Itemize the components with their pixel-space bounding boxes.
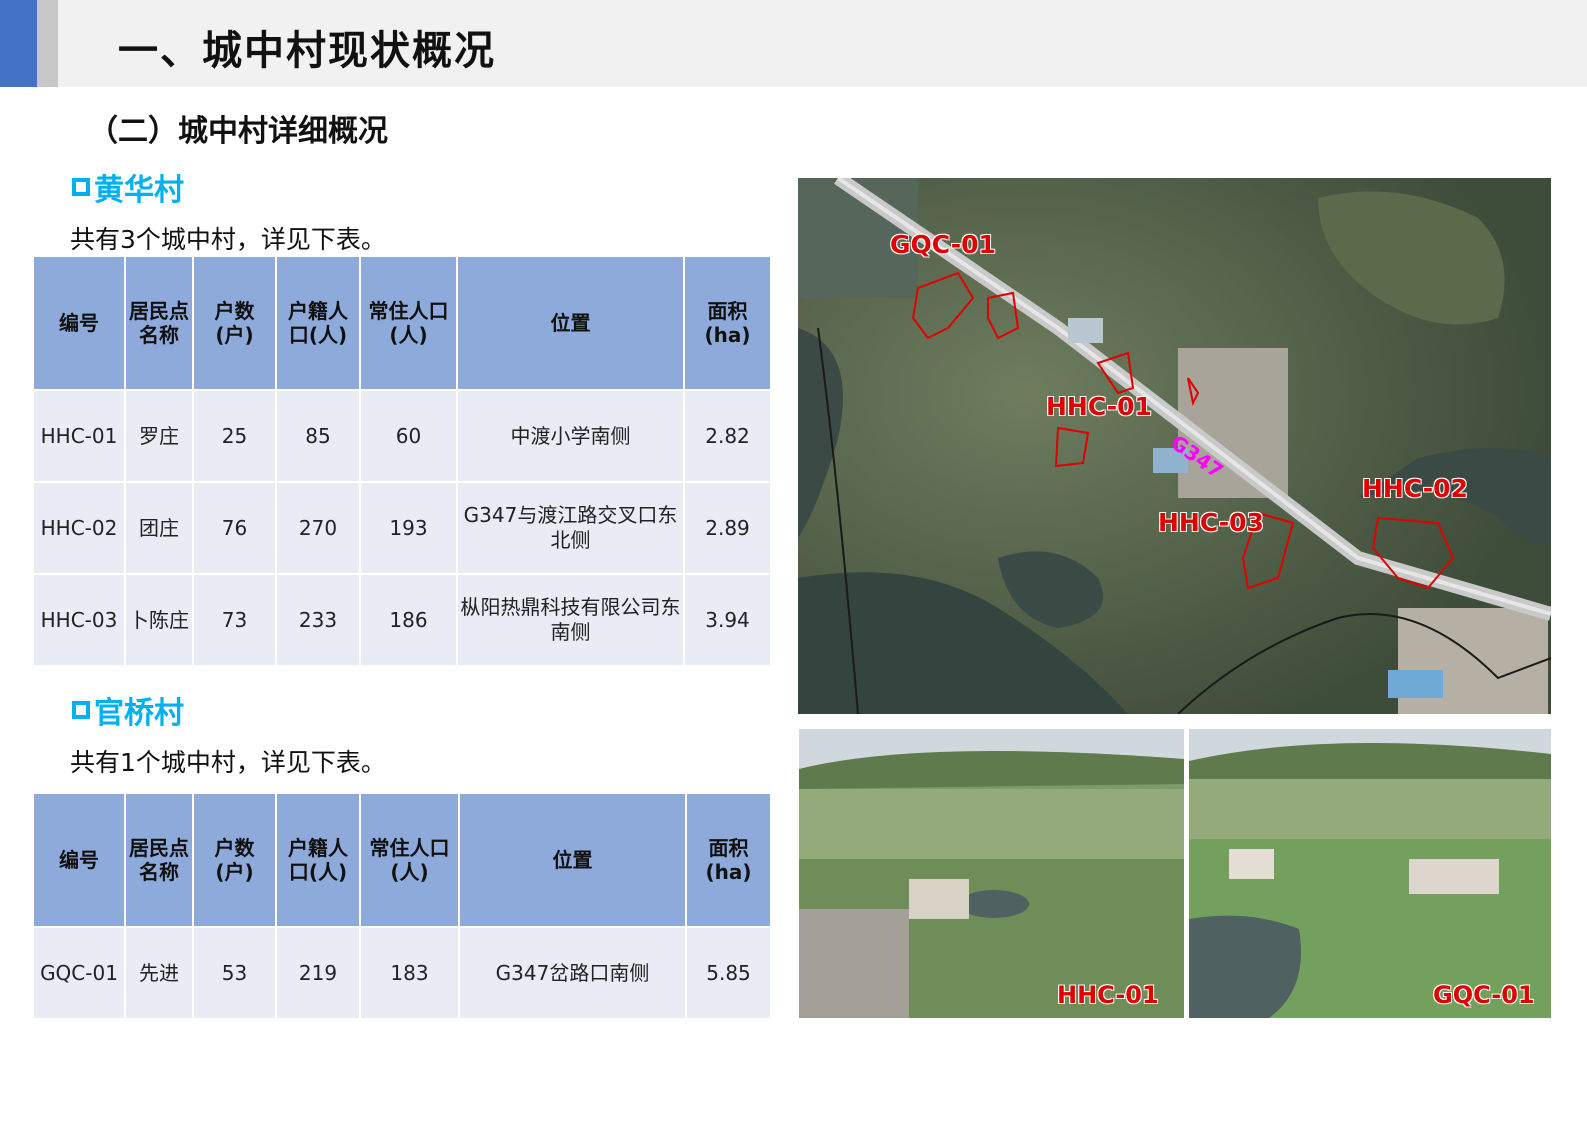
table-cell-id: HHC-02 xyxy=(32,481,126,575)
village-heading-guanqiao: 官桥村 xyxy=(72,688,184,732)
map-label-gqc01: GQC-01 xyxy=(890,230,996,259)
table-cell-area: 3.94 xyxy=(683,573,772,667)
table-huanghua: 编号 居民点名称 户数(户) 户籍人口(人) 常住人口(人) 位置 面积(ha)… xyxy=(32,255,772,667)
col-header-name: 居民点名称 xyxy=(124,792,194,928)
table-guanqiao: 编号 居民点名称 户数(户) 户籍人口(人) 常住人口(人) 位置 面积(ha)… xyxy=(32,792,772,1020)
table-cell-resident: 183 xyxy=(359,926,460,1020)
table-cell-id: GQC-01 xyxy=(32,926,126,1020)
summary-huanghua: 共有3个城中村，详见下表。 xyxy=(70,225,386,254)
table-cell-households: 76 xyxy=(192,481,277,575)
table-row: HHC-03 卜陈庄 73 233 186 枞阳热鼎科技有限公司东南侧 3.94 xyxy=(32,573,772,667)
checkbox-square-icon xyxy=(72,178,90,196)
table-cell-households: 25 xyxy=(192,389,277,483)
table-cell-location: 枞阳热鼎科技有限公司东南侧 xyxy=(456,573,685,667)
col-header-name: 居民点名称 xyxy=(124,255,194,391)
col-header-id: 编号 xyxy=(32,792,126,928)
section-subtitle: （二）城中村详细概况 xyxy=(88,114,388,149)
aerial-photo-image xyxy=(1189,729,1551,1018)
table-cell-registered: 219 xyxy=(275,926,361,1020)
col-header-area: 面积(ha) xyxy=(685,792,772,928)
table-cell-location: 中渡小学南侧 xyxy=(456,389,685,483)
village-heading-text: 官桥村 xyxy=(94,696,184,731)
page-title: 一、城中村现状概况 xyxy=(118,28,496,74)
table-cell-resident: 60 xyxy=(359,389,458,483)
map-label-hhc03: HHC-03 xyxy=(1158,508,1264,537)
col-header-resident: 常住人口(人) xyxy=(359,792,460,928)
table-cell-area: 5.85 xyxy=(685,926,772,1020)
table-cell-name: 罗庄 xyxy=(124,389,194,483)
table-row: HHC-01 罗庄 25 85 60 中渡小学南侧 2.82 xyxy=(32,389,772,483)
table-cell-area: 2.82 xyxy=(683,389,772,483)
col-header-households: 户数(户) xyxy=(192,255,277,391)
table-cell-id: HHC-03 xyxy=(32,573,126,667)
col-header-resident: 常住人口(人) xyxy=(359,255,458,391)
table-cell-location: G347与渡江路交叉口东北侧 xyxy=(456,481,685,575)
header-accent-blue xyxy=(0,0,37,87)
table-header-row: 编号 居民点名称 户数(户) 户籍人口(人) 常住人口(人) 位置 面积(ha) xyxy=(32,792,772,928)
table-cell-registered: 85 xyxy=(275,389,361,483)
table-cell-name: 卜陈庄 xyxy=(124,573,194,667)
col-header-id: 编号 xyxy=(32,255,126,391)
table-row: HHC-02 团庄 76 270 193 G347与渡江路交叉口东北侧 2.89 xyxy=(32,481,772,575)
col-header-location: 位置 xyxy=(458,792,687,928)
col-header-registered: 户籍人口(人) xyxy=(275,792,361,928)
table-cell-area: 2.89 xyxy=(683,481,772,575)
col-header-registered: 户籍人口(人) xyxy=(275,255,361,391)
table-cell-location: G347岔路口南侧 xyxy=(458,926,687,1020)
table-cell-name: 先进 xyxy=(124,926,194,1020)
table-cell-households: 53 xyxy=(192,926,277,1020)
summary-guanqiao: 共有1个城中村，详见下表。 xyxy=(70,748,386,777)
col-header-location: 位置 xyxy=(456,255,685,391)
aerial-photo-hhc01: HHC-01 xyxy=(799,729,1184,1018)
village-heading-huanghua: 黄华村 xyxy=(72,165,184,209)
photo-label-right: GQC-01 xyxy=(1433,981,1535,1009)
table-cell-resident: 186 xyxy=(359,573,458,667)
satellite-map: GQC-01 HHC-01 HHC-02 HHC-03 G347 xyxy=(798,178,1551,714)
col-header-households: 户数(户) xyxy=(192,792,277,928)
table-cell-registered: 233 xyxy=(275,573,361,667)
header-accent-gray xyxy=(37,0,58,87)
village-heading-text: 黄华村 xyxy=(94,173,184,208)
table-cell-households: 73 xyxy=(192,573,277,667)
table-cell-registered: 270 xyxy=(275,481,361,575)
aerial-photo-gqc01: GQC-01 xyxy=(1189,729,1551,1018)
table-cell-id: HHC-01 xyxy=(32,389,126,483)
table-cell-resident: 193 xyxy=(359,481,458,575)
table-row: GQC-01 先进 53 219 183 G347岔路口南侧 5.85 xyxy=(32,926,772,1020)
table-header-row: 编号 居民点名称 户数(户) 户籍人口(人) 常住人口(人) 位置 面积(ha) xyxy=(32,255,772,391)
checkbox-square-icon xyxy=(72,701,90,719)
aerial-photo-image xyxy=(799,729,1184,1018)
photo-label-left: HHC-01 xyxy=(1057,981,1159,1009)
map-label-hhc02: HHC-02 xyxy=(1362,474,1468,503)
map-label-hhc01: HHC-01 xyxy=(1046,392,1152,421)
col-header-area: 面积(ha) xyxy=(683,255,772,391)
table-cell-name: 团庄 xyxy=(124,481,194,575)
